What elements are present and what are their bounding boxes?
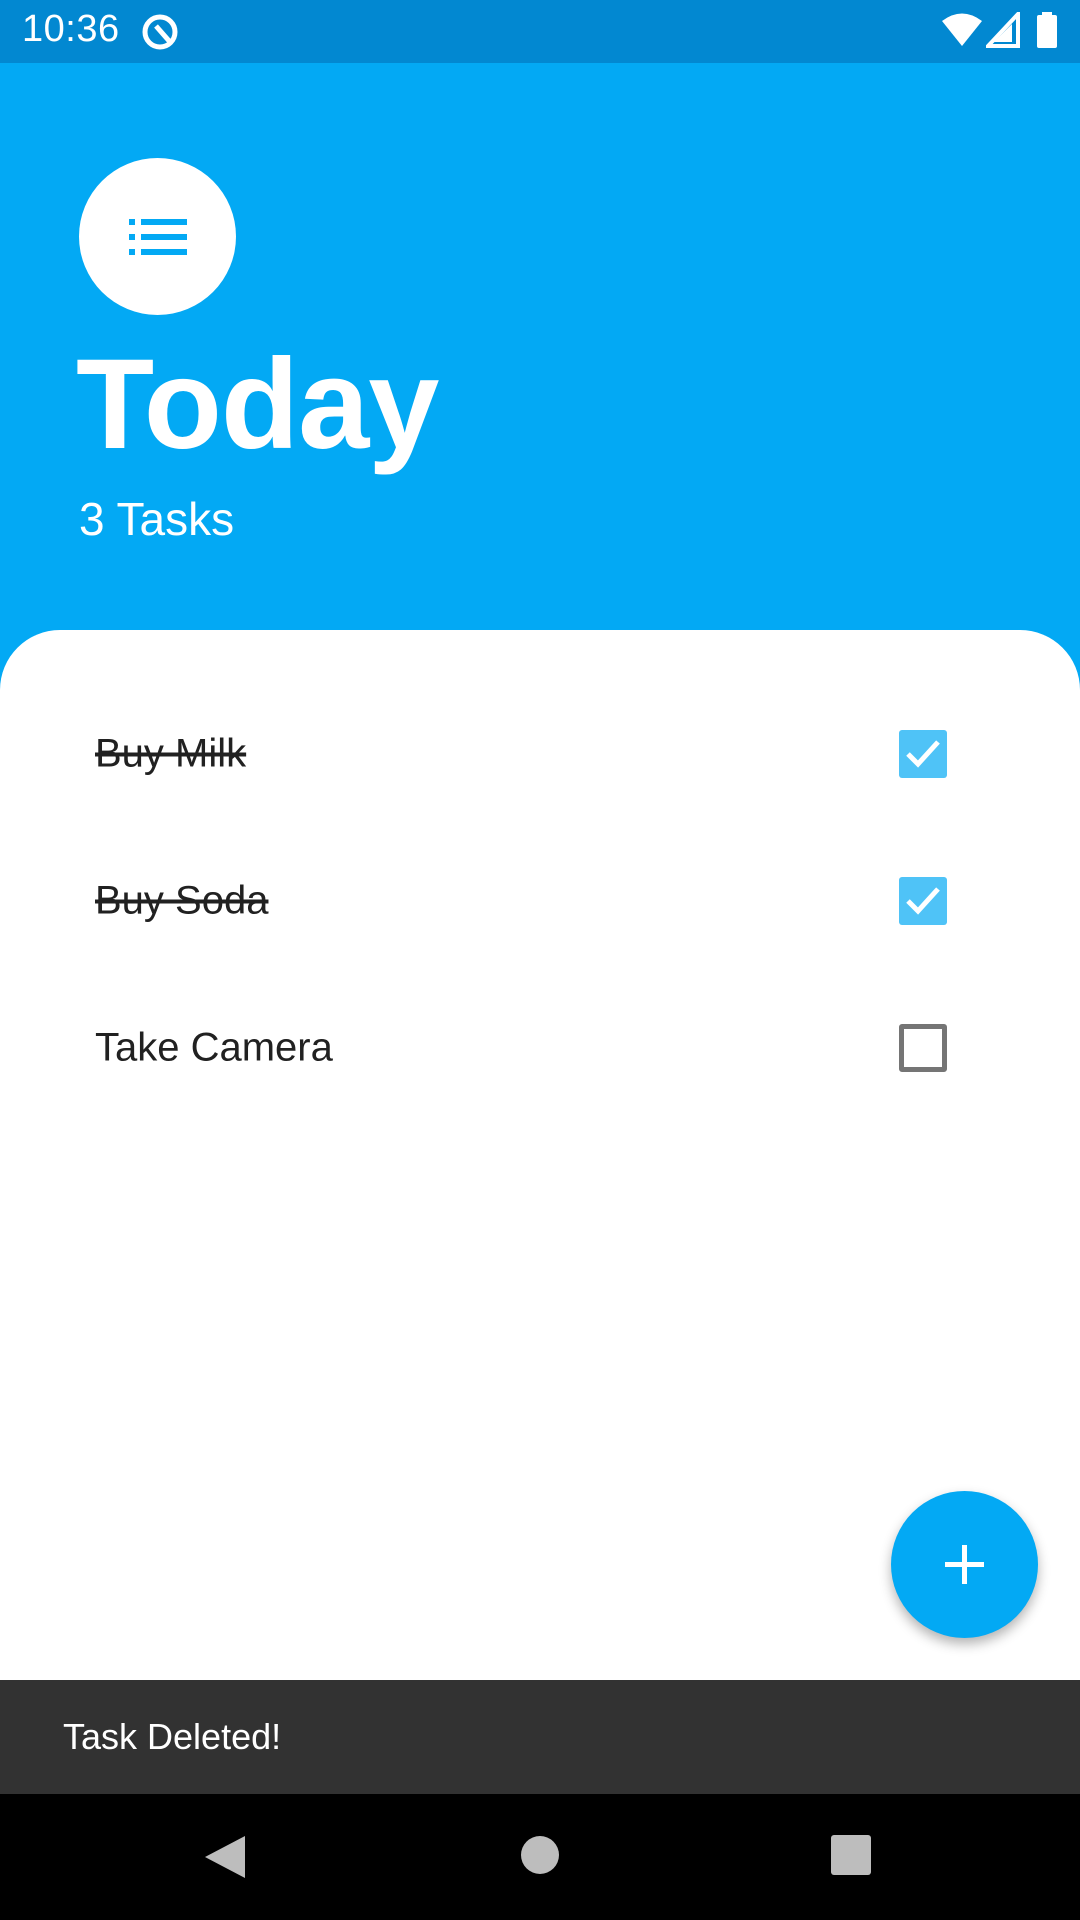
task-item[interactable]: Buy Soda bbox=[0, 827, 1080, 974]
snackbar-message: Task Deleted! bbox=[63, 1716, 282, 1757]
plus-icon bbox=[945, 1545, 984, 1584]
status-icons bbox=[942, 12, 1062, 52]
page-title: Today bbox=[76, 333, 439, 476]
add-task-button[interactable] bbox=[891, 1491, 1038, 1638]
task-item[interactable]: Buy Milk bbox=[0, 680, 1080, 827]
header: Today 3 Tasks bbox=[0, 63, 1080, 648]
check-icon bbox=[906, 886, 940, 915]
battery-icon bbox=[1037, 12, 1057, 48]
task-count: 3 Tasks bbox=[79, 493, 235, 545]
snackbar: Task Deleted! bbox=[0, 1680, 1080, 1794]
task-checkbox[interactable] bbox=[899, 1023, 947, 1072]
status-time: 10:36 bbox=[22, 8, 120, 50]
task-item[interactable]: Take Camera bbox=[0, 974, 1080, 1121]
wifi-icon bbox=[942, 13, 982, 46]
app-notification-icon bbox=[142, 14, 178, 50]
task-label: Buy Soda bbox=[95, 878, 269, 922]
task-checkbox[interactable] bbox=[899, 876, 947, 925]
task-label: Buy Milk bbox=[95, 731, 247, 775]
navigation-bar bbox=[0, 1794, 1080, 1920]
task-label: Take Camera bbox=[95, 1025, 333, 1069]
check-icon bbox=[906, 739, 940, 768]
recents-icon[interactable] bbox=[831, 1834, 871, 1876]
list-icon bbox=[129, 219, 187, 255]
task-checkbox[interactable] bbox=[899, 729, 947, 778]
cell-signal-icon bbox=[986, 12, 1020, 48]
header-avatar bbox=[79, 158, 236, 315]
back-icon[interactable] bbox=[203, 1834, 247, 1880]
status-bar: 10:36 bbox=[0, 0, 1080, 63]
app-screen: 10:36 Today 3 Tasks Buy Milk Buy Soda Ta… bbox=[0, 0, 1080, 1920]
home-icon[interactable] bbox=[519, 1834, 561, 1876]
